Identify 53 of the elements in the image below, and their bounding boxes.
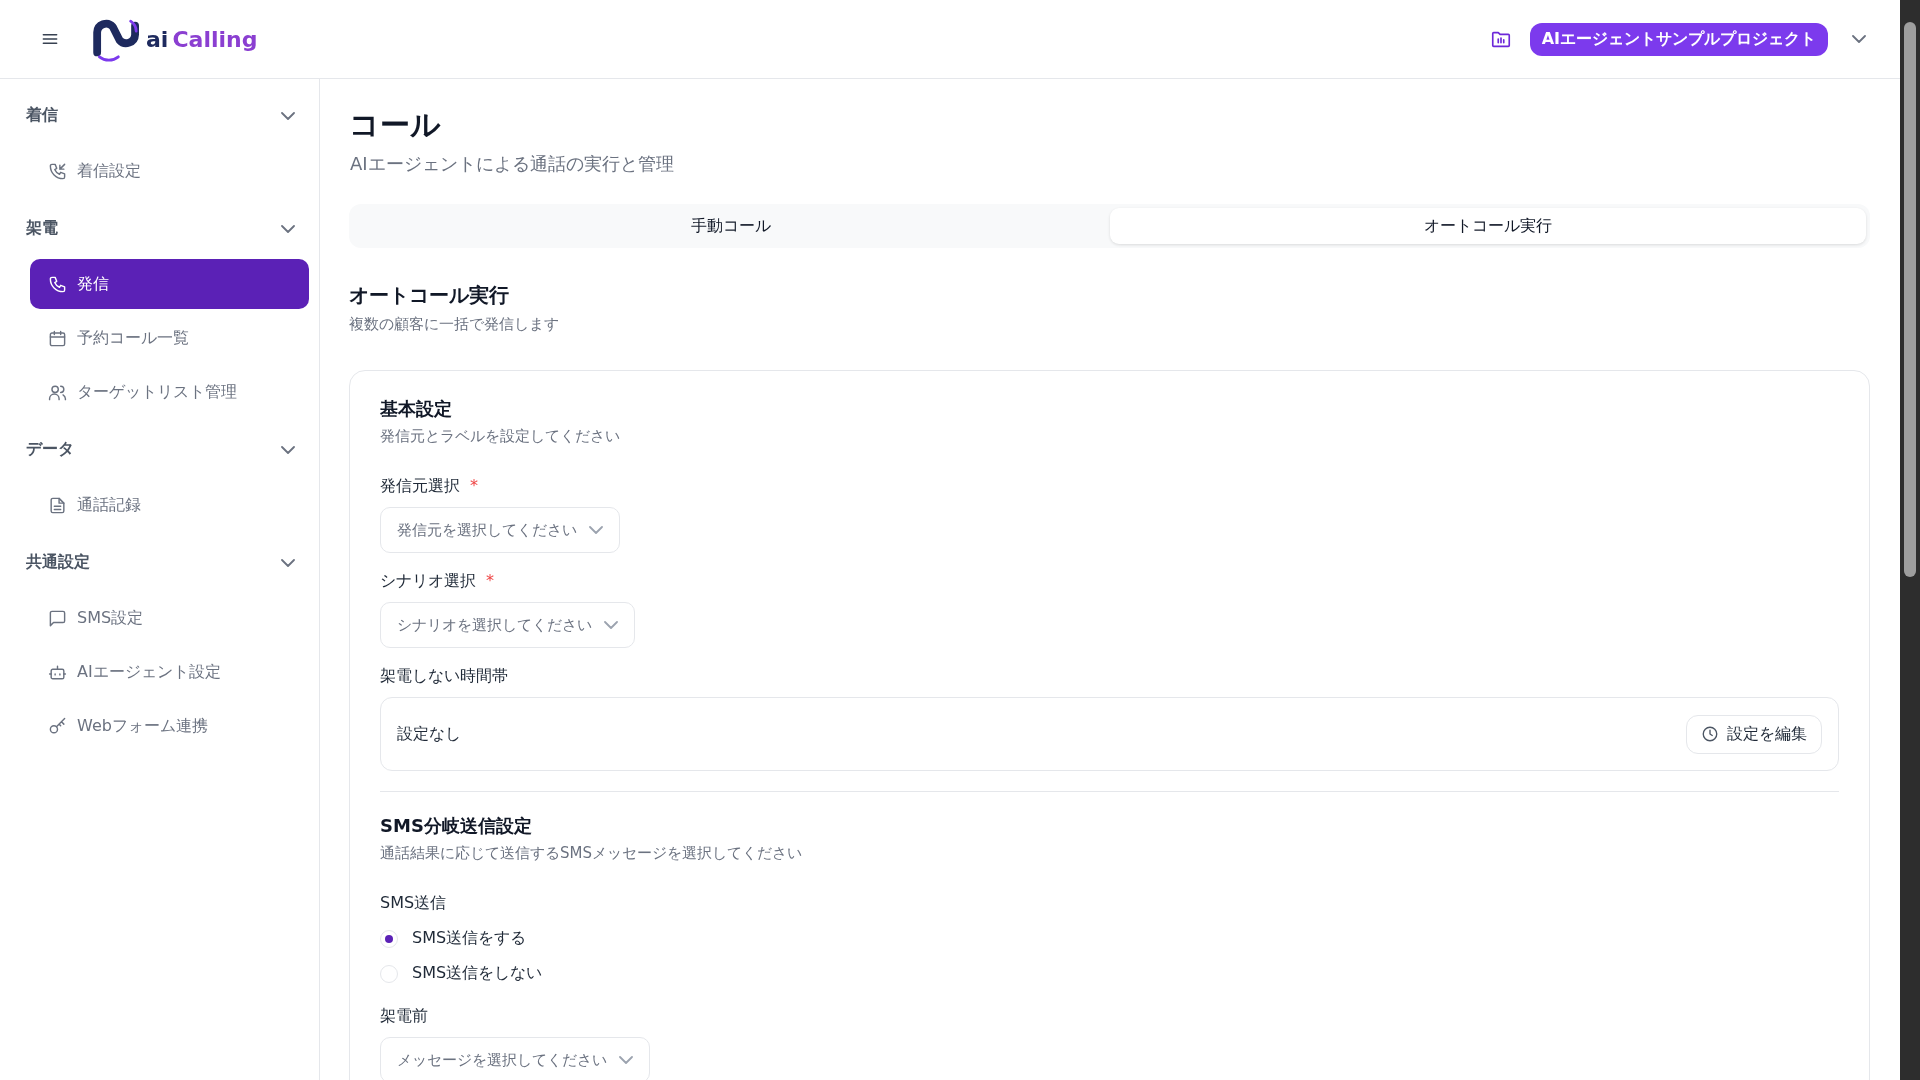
key-icon bbox=[48, 716, 67, 736]
chevron-down-icon bbox=[589, 526, 603, 534]
clock-icon bbox=[1701, 725, 1719, 743]
scrollbar-thumb[interactable] bbox=[1904, 22, 1916, 577]
sidebar-item[interactable]: ターゲットリスト管理 bbox=[30, 367, 309, 417]
phone-icon bbox=[48, 274, 67, 294]
field-label: 架電しない時間帯 bbox=[380, 666, 508, 687]
field-label: 架電前 bbox=[380, 1006, 428, 1027]
chevron-down-icon bbox=[604, 621, 618, 629]
page-subtitle: AIエージェントによる通話の実行と管理 bbox=[350, 152, 675, 176]
logo-text: ai bbox=[146, 26, 169, 52]
message-icon bbox=[48, 608, 67, 628]
card-description: 通話結果に応じて送信するSMSメッセージを選択してください bbox=[380, 844, 803, 863]
sidebar-group-header[interactable]: 架電 bbox=[26, 206, 309, 251]
select-field[interactable]: シナリオを選択してください bbox=[380, 602, 635, 648]
chevron-down-icon bbox=[1852, 35, 1866, 43]
sidebar-item[interactable]: SMS設定 bbox=[30, 593, 309, 643]
required-mark: * bbox=[486, 571, 494, 592]
phone-incoming-icon bbox=[48, 161, 67, 181]
sidebar-group-header[interactable]: 共通設定 bbox=[26, 540, 309, 585]
field-label: 発信元選択 bbox=[380, 476, 460, 497]
page-title: コール bbox=[349, 106, 442, 144]
sidebar-item[interactable]: 着信設定 bbox=[30, 146, 309, 196]
select-field[interactable]: 発信元を選択してください bbox=[380, 507, 620, 553]
project-selector[interactable]: AIエージェントサンプルプロジェクト bbox=[1529, 22, 1828, 56]
tab[interactable]: 手動コール bbox=[353, 208, 1110, 244]
required-mark: * bbox=[470, 476, 478, 497]
field-label: シナリオ選択 bbox=[380, 571, 476, 592]
tab[interactable]: オートコール実行 bbox=[1109, 208, 1866, 244]
radio-label: SMS送信をする bbox=[412, 928, 527, 949]
document-icon bbox=[48, 495, 67, 515]
card-heading: 基本設定 bbox=[380, 397, 453, 421]
sidebar-item[interactable]: Webフォーム連携 bbox=[30, 701, 309, 751]
sidebar-item[interactable]: AIエージェント設定 bbox=[30, 647, 309, 697]
sidebar-group-header[interactable]: データ bbox=[26, 427, 309, 472]
section-title: オートコール実行 bbox=[349, 282, 510, 309]
sidebar-group-header[interactable]: 着信 bbox=[26, 93, 309, 138]
robot-icon bbox=[48, 662, 67, 682]
sidebar-item[interactable]: 通話記録 bbox=[30, 480, 309, 530]
sidebar-item[interactable]: 予約コール一覧 bbox=[30, 313, 309, 363]
logo-text: Calling bbox=[172, 26, 258, 52]
card-description: 発信元とラベルを設定してください bbox=[380, 427, 621, 446]
chevron-down-icon bbox=[619, 1056, 633, 1064]
radio-label: SMS送信をしない bbox=[412, 963, 543, 984]
card-heading: SMS分岐送信設定 bbox=[380, 814, 533, 838]
time-setting-value: 設定なし bbox=[397, 723, 461, 745]
sidebar-item[interactable]: 発信 bbox=[30, 259, 309, 309]
edit-settings-button[interactable]: 設定を編集 bbox=[1686, 714, 1822, 754]
field-label: SMS送信 bbox=[380, 893, 447, 914]
select-field[interactable]: メッセージを選択してください bbox=[380, 1037, 650, 1080]
calendar-icon bbox=[48, 328, 67, 348]
scrollbar[interactable] bbox=[1900, 0, 1920, 1080]
section-subtitle: 複数の顧客に一括で発信します bbox=[349, 315, 560, 334]
